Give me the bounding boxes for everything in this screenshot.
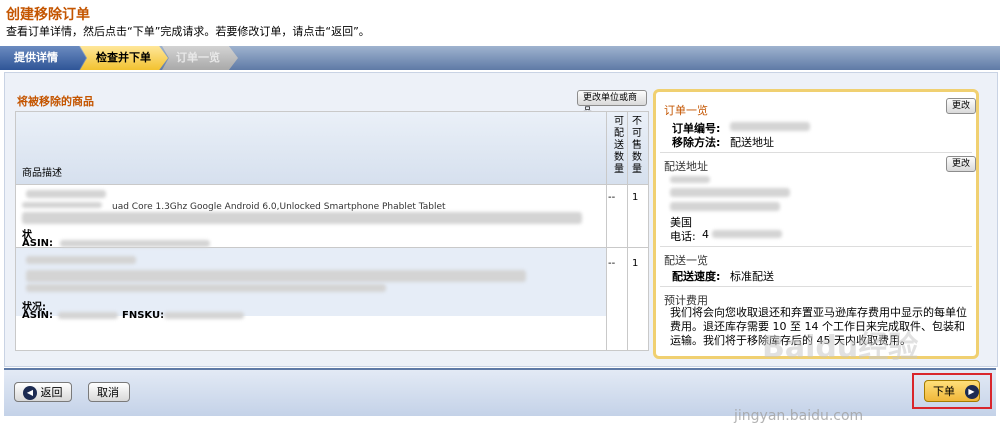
phone-value: 4 bbox=[702, 228, 709, 241]
shipping-speed-label: 配送速度: bbox=[672, 270, 721, 283]
fnsku-label: FNSKU: bbox=[122, 310, 165, 321]
cancel-button[interactable]: 取消 bbox=[88, 382, 130, 402]
column-unsellable-qty: 不可售数量 bbox=[632, 116, 642, 175]
asin-label: ASIN: bbox=[22, 238, 54, 249]
asin-label: ASIN: bbox=[22, 310, 54, 321]
step-order-summary: 订单一览 bbox=[162, 46, 238, 70]
submit-button-label: 下单 bbox=[933, 385, 955, 398]
change-address-button[interactable]: 更改 bbox=[946, 156, 976, 172]
products-panel: 将被移除的商品 更改单位或商品 商品描述 可配送数量 不可售数量 uad Cor… bbox=[15, 87, 649, 351]
arrow-left-icon: ◀ bbox=[23, 386, 37, 400]
product-title: uad Core 1.3Ghz Google Android 6.0,Unloc… bbox=[112, 202, 446, 212]
progress-steps: 提供详情 检查并下单 订单一览 bbox=[0, 46, 1000, 70]
removal-method-value: 配送地址 bbox=[730, 136, 774, 149]
shipping-title: 配送一览 bbox=[664, 254, 708, 267]
page-instructions: 查看订单详情，然后点击“下单”完成请求。若要修改订单，请点击“返回”。 bbox=[6, 25, 370, 38]
back-button-label: 返回 bbox=[40, 386, 63, 399]
shipping-speed-value: 标准配送 bbox=[730, 270, 774, 283]
removal-method-label: 移除方法: bbox=[672, 136, 721, 149]
column-description: 商品描述 bbox=[22, 168, 62, 179]
submit-order-button[interactable]: 下单 ▶ bbox=[924, 380, 980, 402]
step-review-and-submit: 检查并下单 bbox=[80, 46, 168, 70]
phone-label: 电话: bbox=[670, 230, 696, 243]
step-provide-details[interactable]: 提供详情 bbox=[0, 46, 86, 70]
arrow-right-icon: ▶ bbox=[964, 385, 979, 399]
address-title: 配送地址 bbox=[664, 160, 708, 173]
removable-qty: -- bbox=[608, 258, 616, 269]
order-summary-panel: 订单一览 更改 订单编号: 移除方法: 配送地址 配送地址 更改 美国 电话: … bbox=[653, 89, 979, 359]
watermark-brand: Baidu经验 bbox=[762, 330, 919, 365]
table-header: 商品描述 可配送数量 不可售数量 bbox=[16, 112, 648, 185]
change-units-button[interactable]: 更改单位或商品 bbox=[577, 90, 647, 117]
summary-title: 订单一览 bbox=[664, 104, 708, 117]
watermark-url: jingyan.baidu.com bbox=[734, 408, 864, 424]
products-title: 将被移除的商品 bbox=[17, 95, 94, 108]
unsellable-qty: 1 bbox=[632, 192, 639, 203]
unsellable-qty: 1 bbox=[632, 258, 639, 269]
change-summary-button[interactable]: 更改 bbox=[946, 98, 976, 114]
removable-qty: -- bbox=[608, 192, 616, 203]
column-removable-qty: 可配送数量 bbox=[614, 116, 624, 175]
page-title: 创建移除订单 bbox=[6, 7, 90, 23]
products-table: 商品描述 可配送数量 不可售数量 uad Core 1.3Ghz Google … bbox=[15, 111, 649, 351]
back-button[interactable]: ◀ 返回 bbox=[14, 382, 72, 402]
